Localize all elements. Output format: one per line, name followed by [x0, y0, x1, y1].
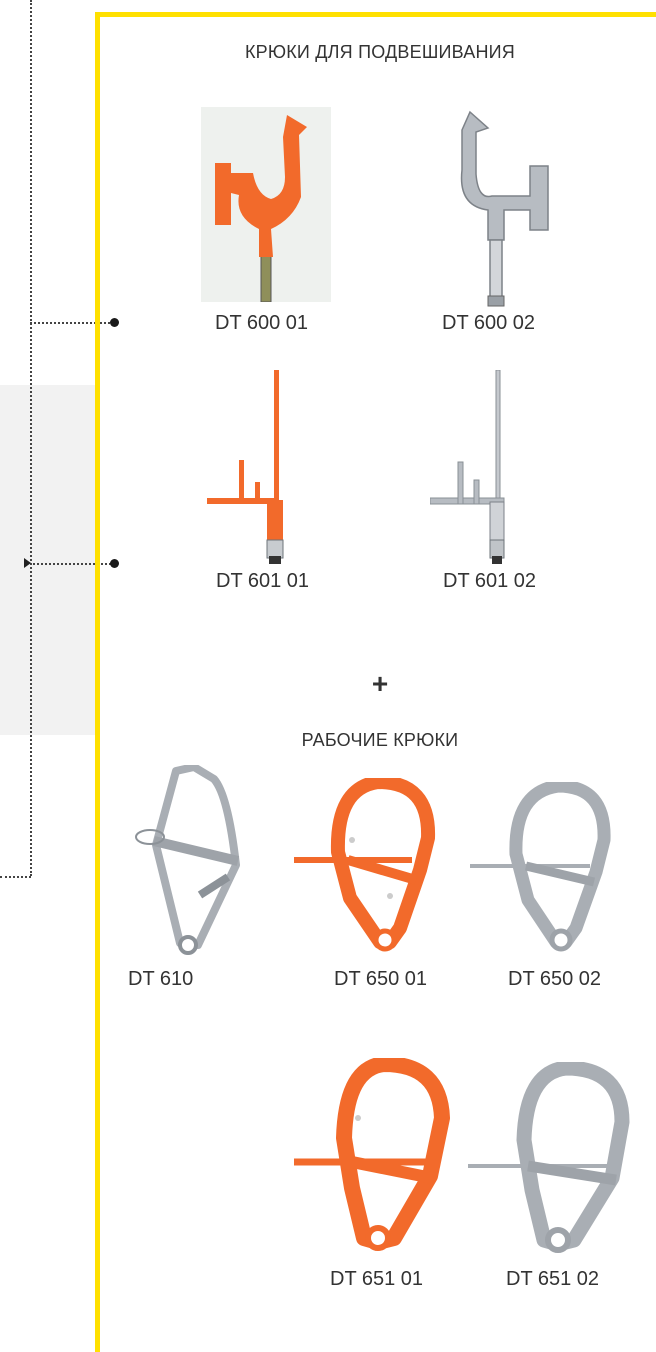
- side-panel: [0, 385, 97, 735]
- hook-dt-600-02-icon: [460, 110, 549, 307]
- product-code: DT 600 01: [215, 312, 309, 334]
- product-dt-600-01[interactable]: [201, 107, 331, 302]
- hook-dt-601-01-icon: [207, 370, 284, 564]
- connector-line-1a: [30, 322, 100, 324]
- hook-dt-650-01-icon: [294, 778, 436, 952]
- connector-arrow-icon: [24, 558, 31, 568]
- working-section-title: РАБОЧИЕ КРЮКИ: [301, 730, 459, 750]
- connector-vertical-line: [30, 0, 32, 876]
- product-code: DT 601 02: [443, 570, 537, 592]
- product-dt-651-01[interactable]: [292, 1058, 452, 1258]
- hook-dt-601-02-icon: [430, 370, 505, 564]
- product-dt-610[interactable]: [118, 765, 258, 965]
- product-dt-650-02[interactable]: [468, 782, 618, 957]
- suspension-section-title: КРЮКИ ДЛЯ ПОДВЕШИВАНИЯ: [244, 42, 516, 62]
- product-code: DT 601 01: [216, 570, 310, 592]
- product-dt-601-02[interactable]: [430, 370, 530, 565]
- hook-dt-650-02-icon: [470, 782, 611, 952]
- product-dt-600-02[interactable]: [418, 110, 558, 310]
- product-code: DT 650 01: [334, 968, 428, 990]
- product-code: DT 651 02: [506, 1268, 600, 1290]
- hook-dt-610-icon: [135, 765, 240, 955]
- product-code: DT 651 01: [330, 1268, 424, 1290]
- hook-dt-651-01-icon: [294, 1058, 450, 1251]
- hook-dt-600-01-icon: [215, 115, 307, 302]
- product-dt-650-01[interactable]: [292, 778, 442, 956]
- product-code: DT 600 02: [442, 312, 536, 334]
- plus-sign: +: [371, 668, 389, 699]
- product-dt-601-01[interactable]: [205, 370, 305, 565]
- product-dt-651-02[interactable]: [466, 1062, 636, 1262]
- hook-dt-651-02-icon: [468, 1062, 630, 1253]
- connector-line-3: [0, 876, 31, 878]
- product-code: DT 650 02: [508, 968, 602, 990]
- product-code: DT 610: [128, 968, 194, 990]
